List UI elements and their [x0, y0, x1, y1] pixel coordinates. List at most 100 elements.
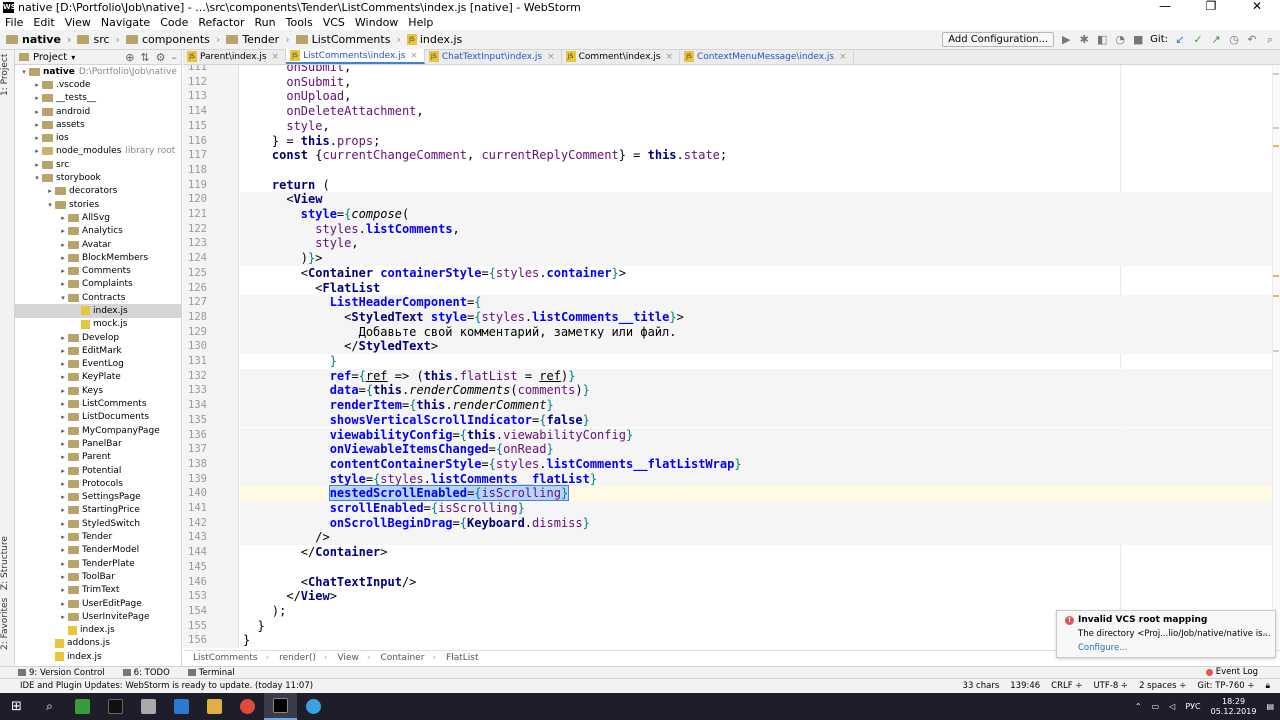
- profile-icon[interactable]: ◔: [1114, 33, 1126, 46]
- line-number[interactable]: 128: [183, 310, 207, 325]
- code-text[interactable]: )}>: [243, 251, 323, 266]
- tree-item[interactable]: ▸ Complaints: [15, 278, 181, 291]
- code-text[interactable]: Добавьте свой комментарий, заметку или ф…: [243, 325, 677, 340]
- taskbar-app[interactable]: [198, 693, 231, 720]
- line-number[interactable]: 145: [183, 560, 207, 575]
- line-number[interactable]: 127: [183, 295, 207, 310]
- code-line[interactable]: 116 } = this.props;: [183, 134, 1280, 149]
- chevron-down-icon[interactable]: ⌄: [1261, 628, 1269, 638]
- tree-item[interactable]: ▸ ListDocuments: [15, 411, 181, 424]
- code-line[interactable]: 112 onSubmit,: [183, 75, 1280, 90]
- run-icon[interactable]: ▶: [1060, 33, 1072, 46]
- expand-arrow-icon[interactable]: ▸: [58, 586, 68, 594]
- tree-item[interactable]: index.js: [15, 304, 181, 318]
- expand-arrow-icon[interactable]: ▾: [19, 68, 29, 76]
- close-tab-icon[interactable]: ×: [547, 52, 555, 62]
- line-number[interactable]: 156: [183, 633, 207, 648]
- tree-item[interactable]: ▸ Parent: [15, 451, 181, 464]
- expand-arrow-icon[interactable]: ▸: [58, 280, 68, 288]
- line-number[interactable]: 132: [183, 369, 207, 384]
- code-line[interactable]: 113 onUpload,: [183, 89, 1280, 104]
- code-text[interactable]: styles.listComments,: [243, 222, 460, 237]
- code-text[interactable]: onViewableItemsChanged={onRead}: [243, 442, 554, 457]
- code-text[interactable]: <FlatList: [243, 281, 380, 296]
- tree-item[interactable]: ▸ node_modules library root: [15, 145, 181, 158]
- git-branch[interactable]: Git: TP-760 ÷: [1197, 681, 1254, 691]
- line-number[interactable]: 123: [183, 236, 207, 251]
- code-text[interactable]: data={this.renderComments(comments)}: [243, 383, 590, 398]
- tree-item[interactable]: ▸ TenderPlate: [15, 557, 181, 570]
- tree-item[interactable]: ▾ storybook: [15, 171, 181, 184]
- line-number[interactable]: 146: [183, 575, 207, 590]
- code-text[interactable]: return (: [243, 178, 330, 193]
- code-text[interactable]: onUpload,: [243, 89, 351, 104]
- tree-item[interactable]: ▸ KeyPlate: [15, 371, 181, 384]
- event-log-tab[interactable]: Event Log: [1205, 667, 1258, 677]
- code-text[interactable]: scrollEnabled={isScrolling}: [243, 501, 525, 516]
- code-line[interactable]: 126 <FlatList: [183, 281, 1280, 296]
- tree-item[interactable]: ▸ Tender: [15, 530, 181, 543]
- expand-arrow-icon[interactable]: ▸: [32, 134, 42, 142]
- expand-arrow-icon[interactable]: ▸: [58, 227, 68, 235]
- line-number[interactable]: 153: [183, 589, 207, 604]
- expand-arrow-icon[interactable]: ▾: [45, 201, 55, 209]
- tree-item[interactable]: index.js: [15, 623, 181, 636]
- code-text[interactable]: renderItem={this.renderComment}: [243, 398, 554, 413]
- code-line[interactable]: 130 </StyledText>: [183, 339, 1280, 354]
- code-line[interactable]: 131 }: [183, 354, 1280, 369]
- code-text[interactable]: onSubmit,: [243, 75, 351, 90]
- code-text[interactable]: ref={ref => (this.flatList = ref)}: [243, 369, 576, 384]
- line-number[interactable]: 118: [183, 163, 207, 178]
- editor-tab[interactable]: JS Parent\index.js ×: [183, 49, 287, 64]
- expand-arrow-icon[interactable]: ▾: [32, 174, 42, 182]
- search-icon[interactable]: ⌕: [1264, 33, 1276, 46]
- code-line[interactable]: 136 viewabilityConfig={this.viewabilityC…: [183, 427, 1280, 443]
- status-message[interactable]: IDE and Plugin Updates: WebStorm is read…: [20, 681, 313, 691]
- code-text[interactable]: <StyledText style={styles.listComments__…: [243, 310, 684, 325]
- expand-arrow-icon[interactable]: ▸: [58, 573, 68, 581]
- todo-tab[interactable]: 6: TODO: [122, 668, 170, 678]
- line-number[interactable]: 116: [183, 134, 207, 149]
- search-button[interactable]: ⌕: [33, 693, 66, 720]
- expand-arrow-icon[interactable]: ▸: [32, 81, 42, 89]
- line-number[interactable]: 119: [183, 178, 207, 193]
- menu-refactor[interactable]: Refactor: [193, 16, 249, 29]
- code-line[interactable]: 135 showsVerticalScrollIndicator={false}: [183, 412, 1280, 428]
- line-number[interactable]: 137: [183, 442, 207, 457]
- expand-arrow-icon[interactable]: ▸: [58, 334, 68, 342]
- tree-item[interactable]: ▸ PanelBar: [15, 437, 181, 450]
- line-number[interactable]: 143: [183, 530, 207, 545]
- lock-icon[interactable]: 🔒︎: [1265, 681, 1270, 691]
- menu-help[interactable]: Help: [403, 16, 438, 29]
- tree-item[interactable]: ▸ ios: [15, 131, 181, 144]
- code-text[interactable]: }: [243, 354, 337, 369]
- line-number[interactable]: 129: [183, 325, 207, 340]
- code-text[interactable]: style,: [243, 236, 358, 251]
- tree-item[interactable]: index.js: [15, 650, 181, 663]
- tree-item[interactable]: ▸ EventLog: [15, 358, 181, 371]
- terminal-tab[interactable]: Terminal: [187, 668, 235, 678]
- expand-arrow-icon[interactable]: ▸: [58, 267, 68, 275]
- expand-arrow-icon[interactable]: ▸: [58, 214, 68, 222]
- tree-item[interactable]: mock.js: [15, 318, 181, 331]
- breadcrumb-item[interactable]: ListComments ›: [295, 33, 401, 46]
- expand-arrow-icon[interactable]: ▸: [58, 427, 68, 435]
- close-tab-icon[interactable]: ×: [839, 52, 847, 62]
- code-line[interactable]: 121 style={compose(: [183, 207, 1280, 222]
- menu-file[interactable]: File: [0, 16, 28, 29]
- tree-item[interactable]: ▸ ToolBar: [15, 570, 181, 583]
- code-text[interactable]: onScrollBeginDrag={Keyboard.dismiss}: [243, 516, 590, 531]
- line-number[interactable]: 144: [183, 545, 207, 560]
- expand-arrow-icon[interactable]: ▸: [58, 533, 68, 541]
- taskbar-app[interactable]: [99, 693, 132, 720]
- taskbar-app[interactable]: [297, 693, 330, 720]
- code-text[interactable]: const {currentChangeComment, currentRepl…: [243, 148, 727, 163]
- expand-arrow-icon[interactable]: ▸: [58, 400, 68, 408]
- expand-arrow-icon[interactable]: ▸: [58, 360, 68, 368]
- code-line[interactable]: 133 data={this.renderComments(comments)}: [183, 383, 1280, 398]
- tree-item[interactable]: ▸ StartingPrice: [15, 504, 181, 517]
- project-view-selector[interactable]: Project: [33, 52, 67, 63]
- code-text[interactable]: />: [243, 530, 329, 545]
- tree-item[interactable]: ▸ assets: [15, 118, 181, 131]
- menu-edit[interactable]: Edit: [28, 16, 59, 29]
